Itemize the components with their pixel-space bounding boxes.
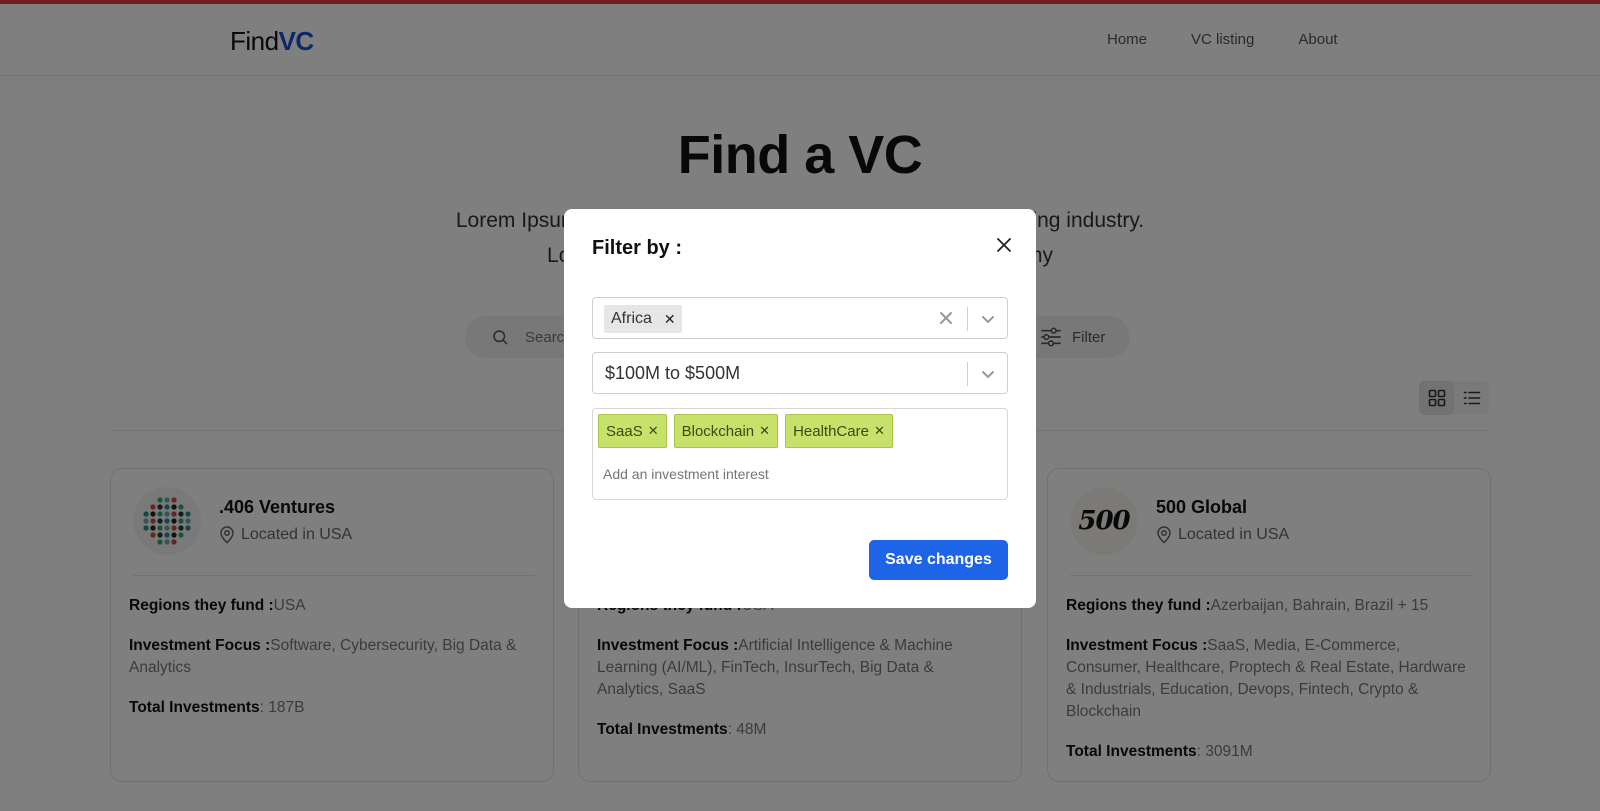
region-chip: Africa ✕ (604, 305, 682, 333)
select-separator (967, 307, 968, 331)
modal-title: Filter by : (592, 237, 683, 259)
interest-tag-label: HealthCare (793, 422, 869, 440)
investment-range-value: $100M to $500M (605, 363, 741, 383)
investment-interest-tags[interactable]: SaaS ✕ Blockchain ✕ HealthCare ✕ (592, 408, 1008, 500)
chevron-down-icon[interactable] (979, 365, 997, 383)
investment-range-select[interactable]: $100M to $500M (592, 352, 1008, 394)
chevron-down-icon[interactable] (979, 310, 997, 328)
interest-tag: Blockchain ✕ (673, 414, 779, 448)
interest-tag: SaaS ✕ (598, 414, 667, 448)
close-icon[interactable] (994, 235, 1014, 255)
region-select[interactable]: Africa ✕ (592, 297, 1008, 339)
interest-tag-remove[interactable]: ✕ (874, 423, 885, 439)
select-separator (967, 362, 968, 386)
clear-icon[interactable] (937, 309, 955, 327)
region-chip-label: Africa (611, 310, 652, 327)
save-changes-button[interactable]: Save changes (869, 540, 1008, 580)
interest-tag-label: SaaS (606, 422, 643, 440)
interest-tag-remove[interactable]: ✕ (759, 423, 770, 439)
interest-tag: HealthCare ✕ (785, 414, 893, 448)
interest-tag-remove[interactable]: ✕ (648, 423, 659, 439)
tag-list: SaaS ✕ Blockchain ✕ HealthCare ✕ (598, 414, 893, 448)
interest-tag-label: Blockchain (681, 422, 755, 440)
region-chip-remove[interactable]: ✕ (664, 311, 676, 328)
filter-modal: Filter by : Africa ✕ $100M to $500M SaaS… (564, 209, 1036, 608)
interest-input[interactable] (603, 463, 983, 485)
